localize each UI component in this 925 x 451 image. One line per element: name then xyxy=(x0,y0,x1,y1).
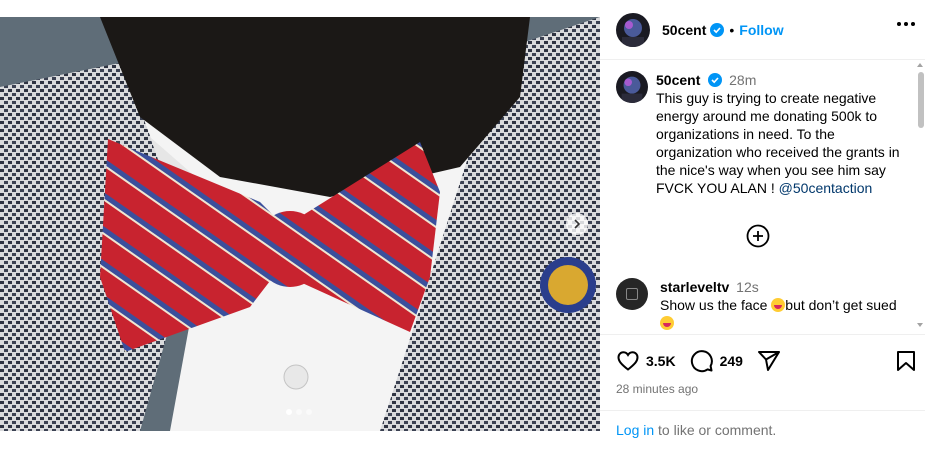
laughing-face-icon xyxy=(660,316,674,330)
caption-mention-link[interactable]: @50centaction xyxy=(779,180,873,196)
avatar-image xyxy=(616,71,648,103)
comment-count: 249 xyxy=(719,353,743,369)
scroll-down-arrow[interactable] xyxy=(917,323,923,327)
more-options-icon[interactable] xyxy=(897,22,915,26)
comment-text-part1: Show us the face xyxy=(660,297,772,313)
bookmark-icon[interactable] xyxy=(895,349,917,373)
caption-time: 28m xyxy=(729,72,757,88)
comments-section[interactable]: 50cent 28m This guy is trying to create … xyxy=(600,61,925,333)
carousel-dot xyxy=(306,409,312,415)
post-caption: 50cent 28m This guy is trying to create … xyxy=(616,71,912,197)
comments-scrollbar[interactable] xyxy=(918,72,924,128)
post-photo xyxy=(0,17,600,431)
carousel-indicator xyxy=(286,409,312,415)
follow-button[interactable]: Follow xyxy=(739,22,783,38)
comment-text: Show us the face but don’t get sued xyxy=(660,296,897,314)
carousel-next-button[interactable] xyxy=(566,213,588,235)
caption-avatar[interactable] xyxy=(616,71,648,103)
verified-badge-icon xyxy=(710,22,725,37)
author-avatar[interactable] xyxy=(616,12,650,47)
post-timestamp[interactable]: 28 minutes ago xyxy=(616,382,698,396)
post-header: 50cent • Follow xyxy=(600,0,925,60)
comment-text-part2: but don’t get sued xyxy=(785,297,897,313)
comment-item: starlevеltv 12s Show us the face but don… xyxy=(616,278,916,332)
caption-username[interactable]: 50cent xyxy=(656,72,700,88)
share-icon[interactable] xyxy=(757,349,781,373)
carousel-dot xyxy=(286,409,292,415)
login-prompt-text: to like or comment. xyxy=(654,422,777,438)
login-link[interactable]: Log in xyxy=(616,422,654,438)
comment-icon[interactable] xyxy=(690,349,714,373)
post-sidebar: 50cent • Follow 50cent 28m This guy is t… xyxy=(600,0,925,451)
chevron-right-icon xyxy=(574,219,581,229)
post-media[interactable] xyxy=(0,17,600,431)
comment-time: 12s xyxy=(736,279,759,295)
verified-badge-icon xyxy=(708,73,723,87)
commenter-avatar[interactable] xyxy=(616,278,648,310)
scroll-up-arrow[interactable] xyxy=(917,63,923,67)
laughing-face-icon xyxy=(771,298,786,312)
caption-text: This guy is trying to create negative en… xyxy=(656,89,912,197)
avatar-image xyxy=(616,12,650,47)
commenter-username[interactable]: starlevеltv xyxy=(660,279,729,295)
like-count[interactable]: 3.5K xyxy=(646,353,676,369)
carousel-dot xyxy=(296,409,302,415)
plus-circle-icon xyxy=(746,224,770,248)
login-prompt: Log in to like or comment. xyxy=(600,410,925,451)
header-separator: • xyxy=(729,21,735,38)
post-actions: 3.5K 249 28 minutes ago xyxy=(600,334,925,396)
author-username[interactable]: 50cent xyxy=(662,22,706,38)
load-more-comments-button[interactable] xyxy=(746,224,770,253)
heart-icon[interactable] xyxy=(616,349,640,373)
